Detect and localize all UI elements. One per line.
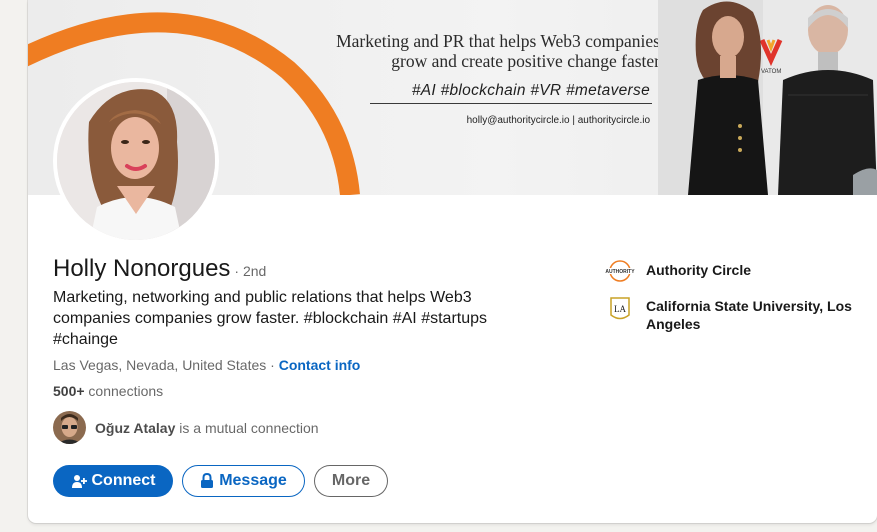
authority-circle-logo: AUTHORITY	[603, 259, 637, 283]
location-row: Las Vegas, Nevada, United States · Conta…	[53, 357, 361, 373]
name-row: Holly Nonorgues · 2nd	[53, 255, 266, 283]
connection-degree: · 2nd	[234, 263, 267, 279]
connect-button[interactable]: Connect	[53, 465, 173, 497]
banner-contact: holly@authoritycircle.io | authoritycirc…	[466, 115, 650, 126]
add-person-icon	[71, 473, 87, 489]
more-button[interactable]: More	[314, 465, 388, 497]
org-name: California State University, Los Angeles	[646, 298, 852, 332]
profile-location: Las Vegas, Nevada, United States	[53, 357, 267, 373]
mutual-connection-avatar[interactable]	[53, 411, 86, 444]
banner-hashtags: #AI #blockchain #VR #metaverse	[411, 82, 650, 99]
org-name: Authority Circle	[646, 262, 752, 278]
profile-photo	[57, 82, 215, 240]
lock-icon	[200, 473, 214, 489]
cal-state-la-logo: LA	[603, 295, 637, 320]
banner-headline: Marketing and PR that helps Web3 compani…	[336, 31, 660, 71]
svg-text:AUTHORITY: AUTHORITY	[605, 269, 635, 275]
svg-text:LA: LA	[614, 304, 626, 314]
profile-headline: Marketing, networking and public relatio…	[53, 289, 488, 348]
profile-card: Marketing and PR that helps Web3 compani…	[28, 0, 877, 523]
banner-woman	[688, 1, 768, 195]
connections-count: 500+ connections	[53, 383, 164, 399]
mutual-connection-text: Oğuz Atalay is a mutual connection	[95, 419, 319, 436]
svg-text:VATOM: VATOM	[761, 69, 781, 75]
org-item-cal-state-la[interactable]: LA California State University, Los Ange…	[603, 295, 863, 333]
message-button[interactable]: Message	[182, 465, 305, 497]
contact-info-link[interactable]: Contact info	[279, 357, 361, 373]
mutual-connection-name[interactable]: Oğuz Atalay	[95, 420, 175, 436]
profile-actions: Connect Message More	[53, 465, 388, 497]
banner-photo: VATOM	[658, 0, 877, 195]
org-item-authority-circle[interactable]: AUTHORITY Authority Circle	[603, 259, 863, 283]
mutual-connection[interactable]: Oğuz Atalay is a mutual connection	[53, 411, 319, 444]
banner-divider	[370, 103, 652, 104]
profile-organizations: AUTHORITY Authority Circle LA California…	[603, 259, 863, 345]
profile-name: Holly Nonorgues	[53, 255, 231, 282]
profile-avatar[interactable]	[53, 78, 219, 244]
